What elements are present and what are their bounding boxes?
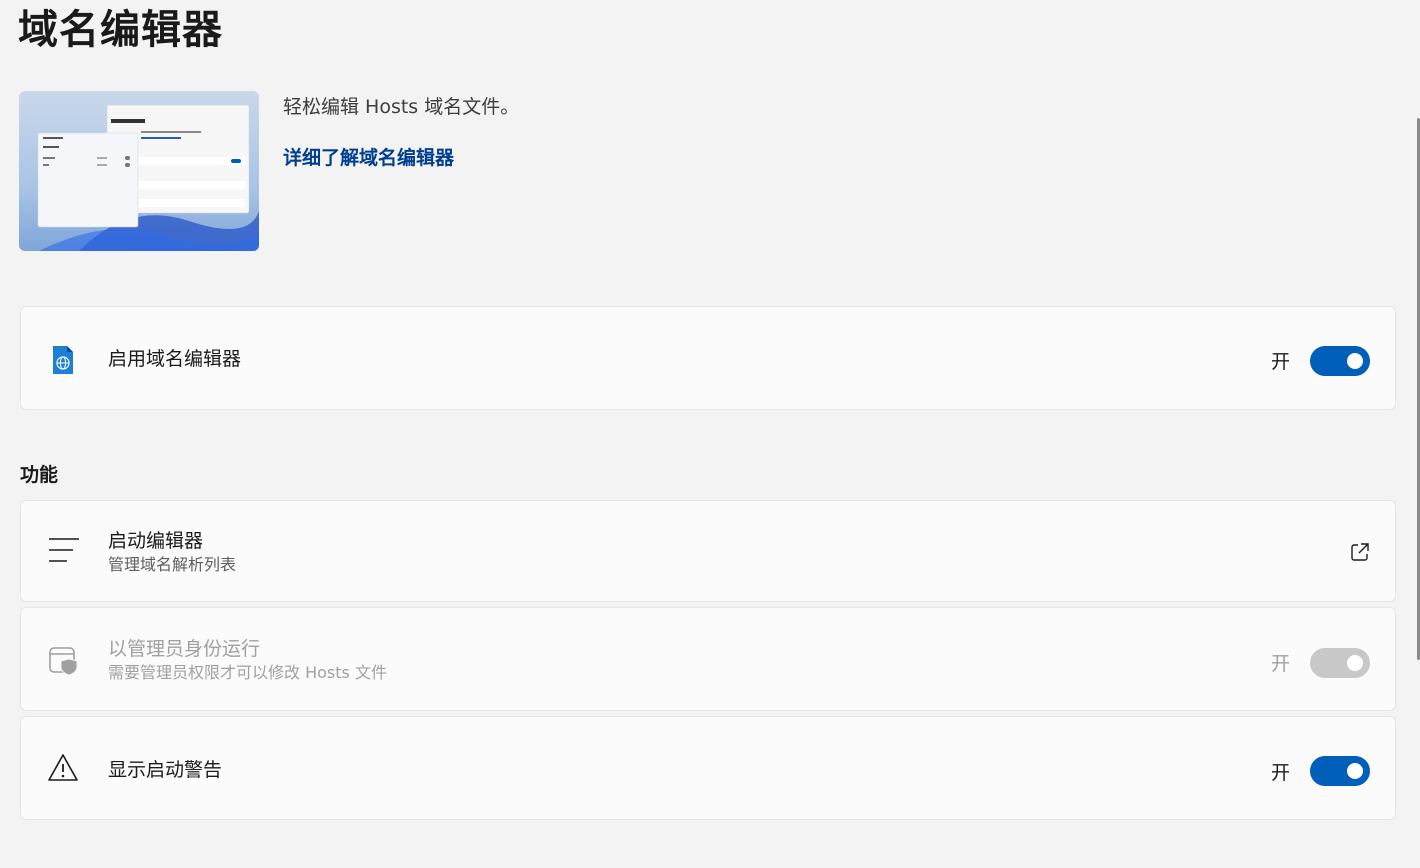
warning-toggle-state-label: 开 [1270,762,1290,784]
enable-toggle-state-label: 开 [1270,351,1290,373]
toggle-knob [1347,763,1363,779]
show-startup-warning-card: 显示启动警告 开 [20,716,1396,820]
launch-editor-subtitle: 管理域名解析列表 [108,555,237,574]
run-as-admin-subtitle: 需要管理员权限才可以修改 Hosts 文件 [108,663,387,682]
toggle-knob [1347,655,1363,671]
shield-window-icon [48,646,80,680]
run-as-admin-card: 以管理员身份运行 需要管理员权限才可以修改 Hosts 文件 开 [20,607,1396,711]
features-section-header: 功能 [20,464,59,486]
enable-hosts-editor-card: 启用域名编辑器 开 [20,306,1396,410]
enable-hosts-editor-title: 启用域名编辑器 [108,348,242,370]
run-as-admin-toggle [1310,648,1370,678]
warning-icon [48,753,78,787]
list-icon [48,537,80,569]
open-external-icon[interactable] [1350,542,1370,566]
toggle-knob [1347,353,1363,369]
hosts-file-icon [48,344,78,380]
enable-hosts-editor-toggle[interactable] [1310,346,1370,376]
launch-editor-title: 启动编辑器 [108,530,204,552]
page-title: 域名编辑器 [18,7,223,53]
hero-description: 轻松编辑 Hosts 域名文件。 [283,96,520,118]
show-startup-warning-toggle[interactable] [1310,756,1370,786]
learn-more-link[interactable]: 详细了解域名编辑器 [283,144,454,172]
admin-toggle-state-label: 开 [1270,653,1290,675]
run-as-admin-title: 以管理员身份运行 [108,638,261,660]
show-startup-warning-title: 显示启动警告 [108,759,223,781]
settings-page: 域名编辑器 轻松编辑 Hosts 域名文件。 详细了解域名编辑器 启用域名编辑器… [0,0,1420,868]
launch-editor-card[interactable]: 启动编辑器 管理域名解析列表 [20,500,1396,602]
hosts-editor-preview-image [19,91,259,251]
